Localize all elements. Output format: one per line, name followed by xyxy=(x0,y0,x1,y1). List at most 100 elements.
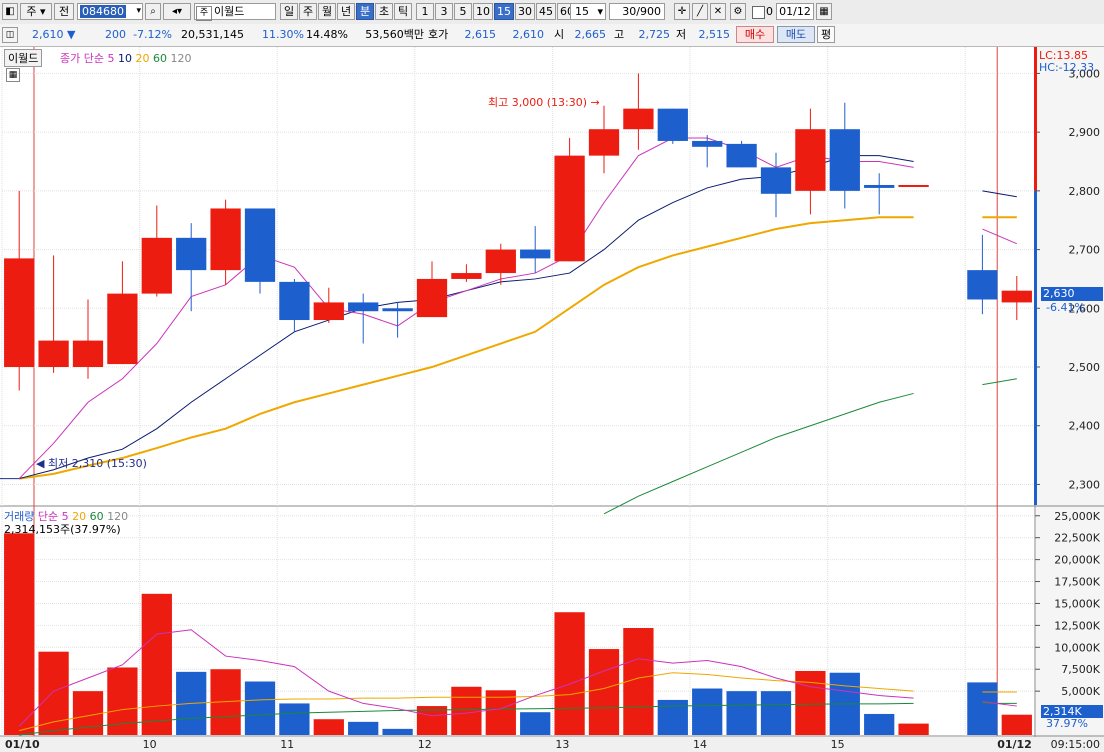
period-button-4[interactable]: 분 xyxy=(356,3,374,20)
balance-button[interactable]: 평 xyxy=(817,26,835,43)
price-tick-label: 2,400 xyxy=(1069,420,1101,433)
layout-icon[interactable]: ◧ xyxy=(2,3,18,20)
interval-button-45[interactable]: 45 xyxy=(536,3,556,20)
period-button-0[interactable]: 일 xyxy=(280,3,298,20)
legend-ma120: 120 xyxy=(170,52,192,65)
market-label: 주 xyxy=(26,5,37,18)
volume-bar xyxy=(898,723,929,735)
period-button-6[interactable]: 틱 xyxy=(394,3,412,20)
candle-body xyxy=(72,340,104,368)
period-button-5[interactable]: 초 xyxy=(375,3,393,20)
current-pct-label: -6.41% xyxy=(1046,301,1085,314)
crosshair-icon[interactable]: ✛ xyxy=(674,3,690,20)
price-axis-background xyxy=(1036,47,1104,737)
legend-ma20: 20 xyxy=(135,52,150,65)
volume-bar xyxy=(1001,714,1032,735)
volume-bar xyxy=(588,649,620,735)
checkbox-label: 0 xyxy=(766,5,773,18)
expand-icon[interactable]: ◫ xyxy=(2,27,18,43)
prev-button[interactable]: 전 xyxy=(54,3,74,20)
volume-bar xyxy=(967,682,998,735)
volume-bar xyxy=(382,728,413,735)
interval-value: 15 xyxy=(575,5,589,18)
grid-icon[interactable]: ▦ xyxy=(6,68,20,82)
volume-tick-label: 22,500K xyxy=(1054,532,1100,545)
chevron-down-icon[interactable]: ▾ xyxy=(597,4,603,19)
volume-bar xyxy=(554,612,585,735)
time-axis-label: 13 xyxy=(555,738,569,751)
ask-price: 2,615 xyxy=(464,28,497,41)
volume-bar xyxy=(726,691,757,735)
period-button-3[interactable]: 년 xyxy=(337,3,355,20)
candle-body xyxy=(416,278,448,318)
search-icon[interactable]: ⌕ xyxy=(145,3,161,20)
stock-name-field[interactable]: 주 이월드 xyxy=(194,3,276,21)
price-legend: 종가 단순 5 10 20 60 120 xyxy=(60,50,191,66)
volume-tick-label: 5,000K xyxy=(1061,685,1100,698)
volume-bar xyxy=(451,686,482,735)
change-percent: -7.12% xyxy=(133,28,172,41)
count-field[interactable]: 30/900 xyxy=(609,3,665,20)
turnover-percent: 11.30% xyxy=(262,28,304,41)
stock-tag[interactable]: 이월드 xyxy=(4,49,43,67)
interval-button-30[interactable]: 30 xyxy=(515,3,535,20)
date-field[interactable]: 01/12 xyxy=(776,3,814,20)
current-volume-pct: 37.97% xyxy=(1046,717,1088,730)
checkbox[interactable] xyxy=(752,6,765,19)
sound-icon[interactable]: ◂▾ xyxy=(163,3,191,20)
volume-bar xyxy=(313,719,344,735)
high-label: 고 xyxy=(614,28,625,41)
volume-bar xyxy=(795,670,826,735)
gear-icon[interactable]: ⚙ xyxy=(730,3,746,20)
open-label: 시 xyxy=(554,28,565,41)
buy-button[interactable]: 매수 xyxy=(736,26,774,43)
candle-body xyxy=(244,208,276,282)
candle-body xyxy=(176,237,207,271)
current-price: 2,610 ▼ xyxy=(32,28,76,41)
candle-body xyxy=(38,340,69,368)
time-readout: 09:15:00 xyxy=(1051,738,1100,751)
period-button-2[interactable]: 월 xyxy=(318,3,336,20)
interval-button-3[interactable]: 3 xyxy=(435,3,453,20)
interval-button-1[interactable]: 1 xyxy=(416,3,434,20)
open-price: 2,665 xyxy=(574,28,607,41)
max-price-note: 최고 3,000 (13:30) → xyxy=(488,96,600,109)
price-tick-label: 2,800 xyxy=(1069,185,1101,198)
sell-button[interactable]: 매도 xyxy=(777,26,815,43)
candle-body xyxy=(692,140,723,147)
high-price: 2,725 xyxy=(638,28,671,41)
stock-type-icon: 주 xyxy=(196,6,212,21)
interval-input[interactable]: 15 ▾ xyxy=(570,3,606,20)
change-value: 200 xyxy=(105,28,126,41)
candle-body xyxy=(210,208,241,271)
min-price-note: ◀ 최저 2,310 (15:30) xyxy=(36,457,147,470)
period-button-1[interactable]: 주 xyxy=(299,3,317,20)
market-select[interactable]: 주 ▾ xyxy=(20,3,52,20)
candle-body xyxy=(313,302,344,321)
tools-icon[interactable]: ✕ xyxy=(710,3,726,20)
time-axis-label: 01/12 xyxy=(997,738,1032,751)
interval-button-5[interactable]: 5 xyxy=(454,3,472,20)
draw-icon[interactable]: ╱ xyxy=(692,3,708,20)
calendar-icon[interactable]: ▦ xyxy=(816,3,832,20)
candle-body xyxy=(588,129,620,156)
interval-button-15[interactable]: 15 xyxy=(494,3,514,20)
code-input[interactable]: 084680 ▾ xyxy=(77,3,143,20)
code-value: 084680 xyxy=(80,5,126,18)
candle-body xyxy=(141,237,172,294)
time-axis-label: 11 xyxy=(280,738,294,751)
range-bar-up xyxy=(1034,47,1037,191)
candle-body xyxy=(554,155,585,262)
volume-bar xyxy=(692,688,723,735)
volume-bar xyxy=(520,712,551,735)
low-label: 저 xyxy=(676,28,687,41)
interval-button-10[interactable]: 10 xyxy=(473,3,493,20)
trade-amount: 53,560백만 xyxy=(365,28,424,41)
chevron-down-icon[interactable]: ▾ xyxy=(136,4,141,19)
hc-label: HC:-12.33 xyxy=(1039,61,1095,74)
current-price-badge: 2,630 xyxy=(1041,287,1103,301)
toolbar-main: ◧ 주 ▾ 전 084680 ▾ ⌕ ◂▾ 주 이월드 일주월년분초틱 1 3 5 10… xyxy=(0,0,1104,25)
stock-chart[interactable]: 2,3002,4002,5002,6002,7002,8002,9003,000… xyxy=(0,47,1104,752)
time-axis-label: 01/10 xyxy=(5,738,40,751)
volume-tick-label: 10,000K xyxy=(1054,641,1100,654)
